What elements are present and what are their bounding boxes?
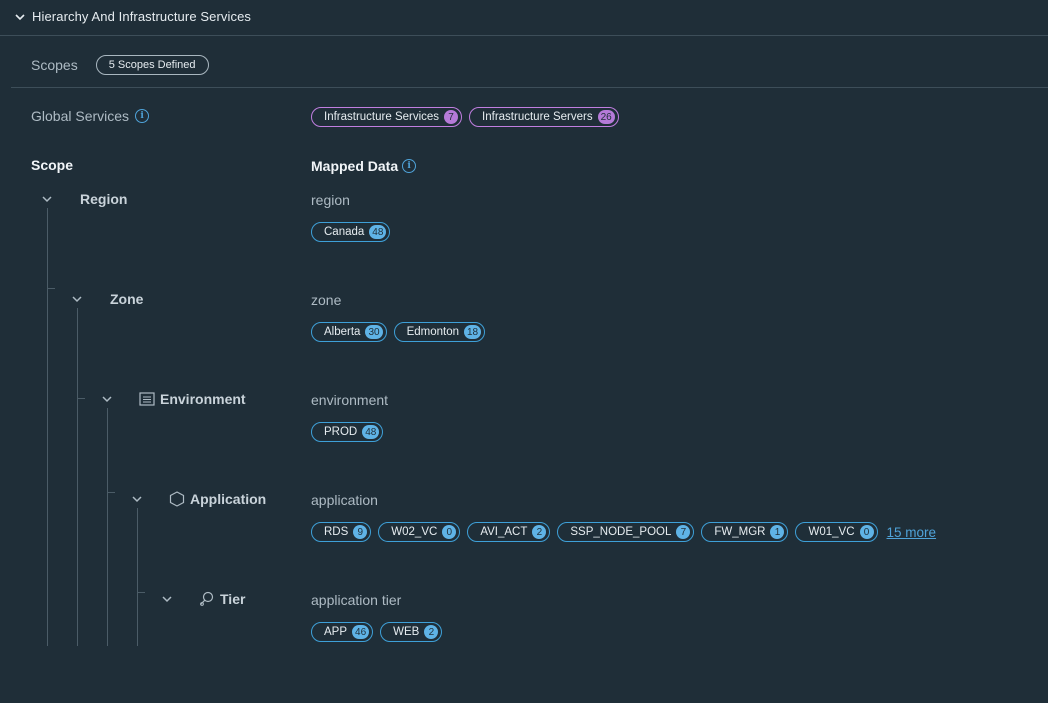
- pill-label: Canada: [324, 226, 365, 238]
- pill-count: 0: [442, 525, 457, 539]
- tree-guide-line: [137, 508, 138, 646]
- tree-guide-line: [47, 208, 48, 646]
- pill-count: 46: [352, 625, 370, 639]
- pill-count: 7: [676, 525, 691, 539]
- scope-name: Zone: [110, 291, 144, 307]
- mapped-pill[interactable]: Alberta 30: [311, 322, 387, 342]
- mapped-label: zone: [311, 292, 342, 308]
- mapped-pill[interactable]: AVI_ACT 2: [467, 522, 551, 542]
- scope-row-application: Application: [131, 491, 266, 507]
- pill-count: 48: [369, 225, 387, 239]
- scope-column-header: Scope: [31, 157, 74, 173]
- info-icon[interactable]: i: [135, 109, 150, 123]
- chevron-down-icon[interactable]: [131, 493, 143, 505]
- mapped-data-header: Mapped Data i: [311, 158, 417, 174]
- pill-count: 30: [365, 325, 383, 339]
- pill-count: 9: [353, 525, 368, 539]
- pill-count: 26: [597, 110, 615, 124]
- mapped-pill[interactable]: PROD 48: [311, 422, 384, 442]
- mapped-label: application: [311, 492, 378, 508]
- chevron-down-icon[interactable]: [161, 593, 173, 605]
- pill-count: 2: [532, 525, 547, 539]
- mapped-label: region: [311, 192, 350, 208]
- chevron-down-icon[interactable]: [101, 393, 113, 405]
- divider: [11, 87, 1048, 88]
- scope-name: Application: [190, 491, 267, 507]
- info-icon[interactable]: i: [402, 159, 417, 173]
- pill-label: Infrastructure Services: [324, 111, 440, 123]
- pill-count: 7: [444, 110, 459, 124]
- pill-label: FW_MGR: [714, 526, 766, 538]
- mapped-pill[interactable]: RDS 9: [311, 522, 372, 542]
- scopes-row: Scopes 5 Scopes Defined: [31, 55, 209, 75]
- mapped-data-label: Mapped Data: [311, 158, 399, 174]
- pill-label: APP: [324, 626, 348, 638]
- mapped-pills: RDS 9 W02_VC 0 AVI_ACT 2 SSP_NODE_POOL 7 FW_…: [311, 522, 936, 542]
- chevron-down-icon[interactable]: [14, 11, 26, 23]
- environment-icon: [139, 392, 155, 406]
- hexagon-icon: [169, 491, 185, 507]
- mapped-label: application tier: [311, 592, 402, 608]
- pill-label: Edmonton: [406, 326, 459, 338]
- mapped-pill[interactable]: APP 46: [311, 622, 374, 642]
- tree-guide-line: [107, 408, 108, 646]
- pill-label: RDS: [324, 526, 349, 538]
- mapped-pill[interactable]: Canada 48: [311, 222, 391, 242]
- mapped-pill[interactable]: W01_VC 0: [795, 522, 878, 542]
- tree-elbow: [77, 398, 85, 399]
- scope-row-zone: Zone: [71, 291, 143, 307]
- global-services-label: Global Services: [31, 108, 130, 124]
- tier-icon: [200, 591, 214, 606]
- tree-guide-line: [77, 308, 78, 646]
- show-more-link[interactable]: 15 more: [887, 525, 937, 540]
- scope-name: Environment: [160, 391, 246, 407]
- mapped-pills: Alberta 30 Edmonton 18: [311, 322, 492, 342]
- pill-count: 48: [362, 425, 380, 439]
- global-service-pill[interactable]: Infrastructure Services 7: [311, 107, 463, 127]
- pill-count: 1: [770, 525, 785, 539]
- pill-label: SSP_NODE_POOL: [570, 526, 672, 538]
- chevron-down-icon[interactable]: [41, 193, 53, 205]
- scopes-defined-badge[interactable]: 5 Scopes Defined: [95, 55, 209, 75]
- scope-row-region: Region: [41, 191, 127, 207]
- scope-row-environment: Environment: [101, 391, 246, 407]
- pill-count: 2: [424, 625, 439, 639]
- tree-elbow: [47, 288, 55, 289]
- pill-count: 18: [464, 325, 482, 339]
- mapped-pill[interactable]: WEB 2: [380, 622, 443, 642]
- chevron-down-icon[interactable]: [71, 293, 83, 305]
- global-services-label-row: Global Services i: [31, 108, 150, 124]
- scopes-label: Scopes: [31, 57, 78, 73]
- mapped-label: environment: [311, 392, 389, 408]
- pill-label: Infrastructure Servers: [482, 111, 593, 123]
- mapped-pill[interactable]: FW_MGR 1: [701, 522, 789, 542]
- mapped-pills: Canada 48: [311, 222, 397, 242]
- pill-label: WEB: [393, 626, 420, 638]
- mapped-pills: PROD 48: [311, 422, 390, 442]
- pill-label: Alberta: [324, 326, 361, 338]
- scope-row-tier: Tier: [161, 591, 245, 607]
- mapped-pill[interactable]: SSP_NODE_POOL 7: [557, 522, 695, 542]
- mapped-pill[interactable]: Edmonton 18: [393, 322, 486, 342]
- global-service-pill[interactable]: Infrastructure Servers 26: [469, 107, 619, 127]
- global-services-pills: Infrastructure Services 7 Infrastructure…: [311, 107, 626, 127]
- pill-label: W02_VC: [391, 526, 438, 538]
- section-title: Hierarchy And Infrastructure Services: [32, 9, 252, 24]
- scope-name: Region: [80, 191, 128, 207]
- pill-count: 0: [859, 525, 874, 539]
- pill-label: PROD: [324, 426, 358, 438]
- section-header[interactable]: Hierarchy And Infrastructure Services: [0, 0, 1048, 36]
- mapped-pills: APP 46 WEB 2: [311, 622, 449, 642]
- pill-label: W01_VC: [808, 526, 855, 538]
- scope-name: Tier: [220, 591, 246, 607]
- pill-label: AVI_ACT: [480, 526, 528, 538]
- mapped-pill[interactable]: W02_VC 0: [378, 522, 461, 542]
- tree-elbow: [107, 492, 115, 493]
- tree-elbow: [137, 592, 145, 593]
